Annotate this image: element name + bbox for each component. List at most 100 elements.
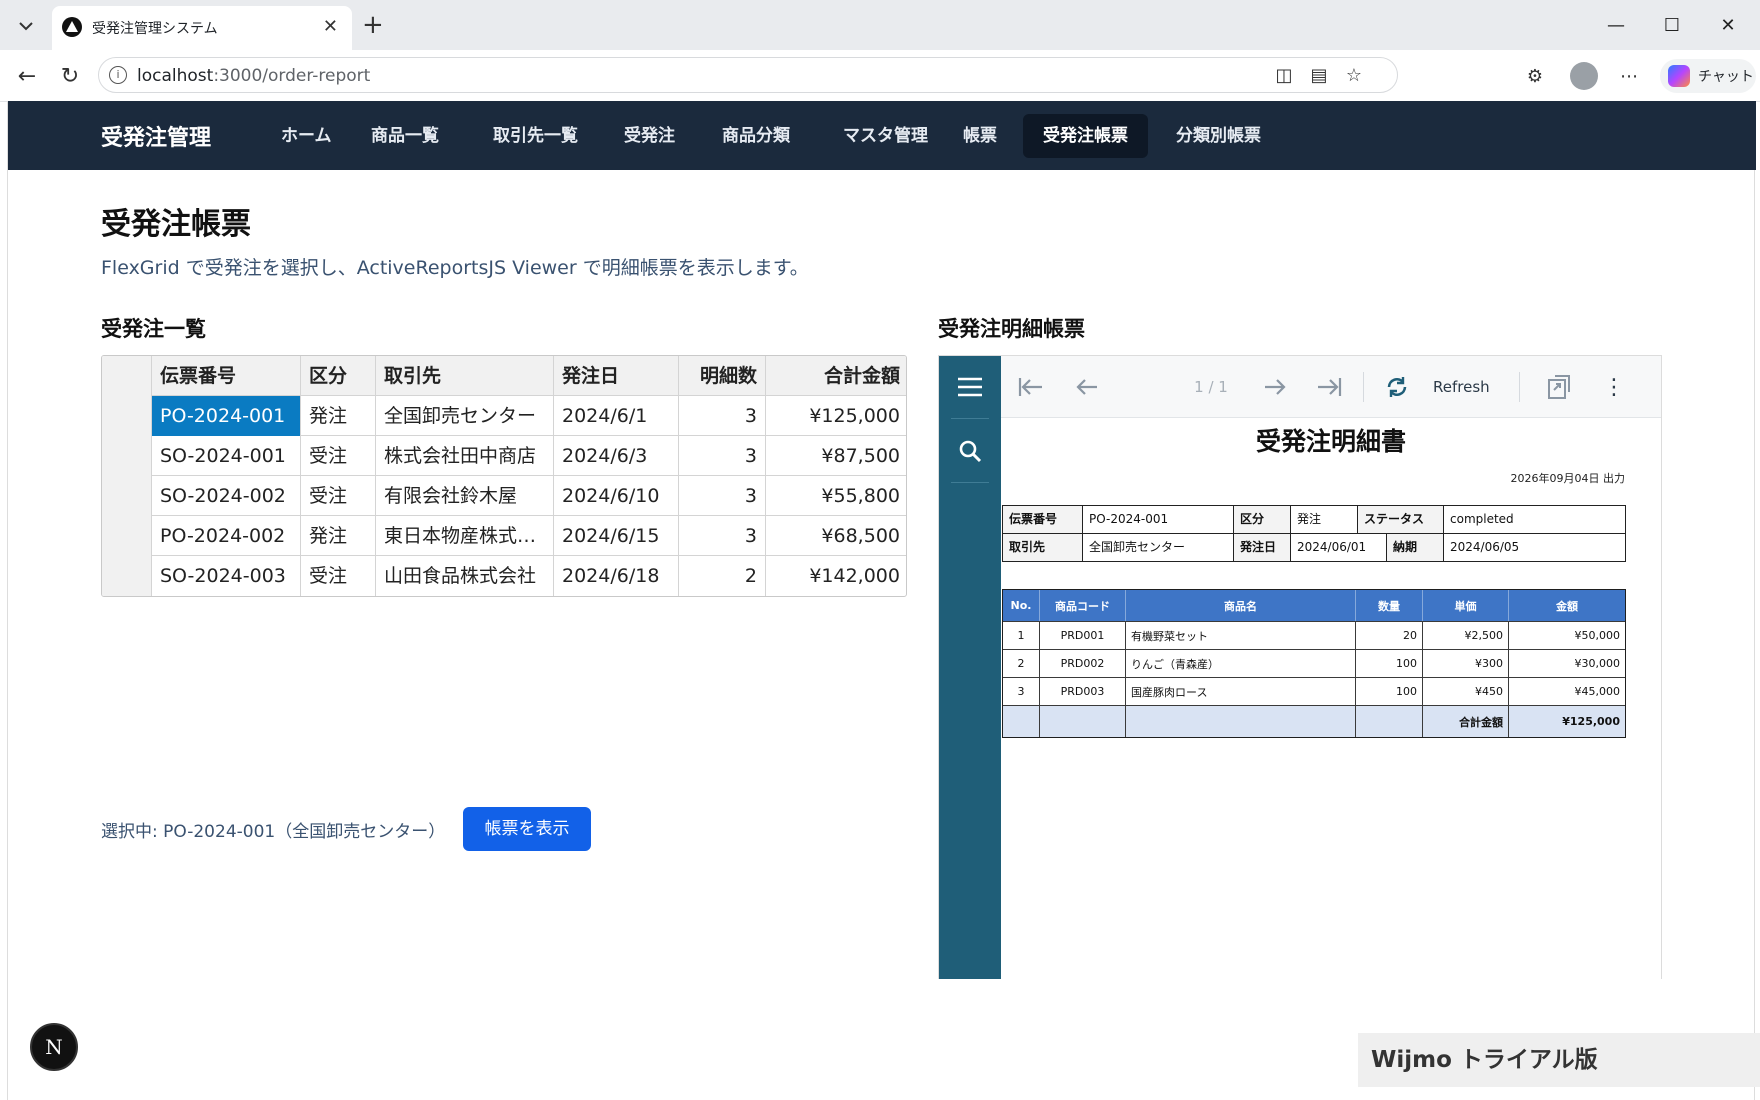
reload-icon[interactable]: ↻ [55,61,85,91]
cell-kind[interactable]: 発注 [301,516,376,556]
cell-total[interactable]: ¥87,500 [766,436,906,476]
nav-categories[interactable]: 商品分類 [702,114,810,158]
page-indicator[interactable]: 1 / 1 [1171,378,1251,396]
cell-date[interactable]: 2024/6/10 [554,476,679,516]
cell-slip[interactable]: SO-2024-002 [152,476,301,516]
url-host: localhost [137,66,214,86]
report-title: 受発注明細書 [1255,427,1406,456]
refresh-icon[interactable] [1379,370,1415,404]
first-page-icon[interactable] [1013,370,1049,404]
nav-reports[interactable]: 帳票 [943,114,1017,158]
close-window-icon[interactable]: ✕ [1708,8,1748,42]
nav-home[interactable]: ホーム [261,114,352,158]
cell-date[interactable]: 2024/6/15 [554,516,679,556]
report-page: 受発注明細書 2026年09月04日 出力 伝票番号 PO-2024-001 区… [1001,418,1661,979]
more-options-icon[interactable]: ⋮ [1599,370,1629,404]
cell-line-count[interactable]: 3 [679,436,766,476]
cell-date[interactable]: 2024/6/1 [554,396,679,436]
col-header-date[interactable]: 発注日 [554,356,679,396]
extensions-icon[interactable]: ⚙ [1520,61,1550,91]
brand-title[interactable]: 受発注管理 [101,120,211,152]
favorite-star-icon[interactable]: ☆ [1339,60,1369,90]
nav-partners[interactable]: 取引先一覧 [473,114,598,158]
cell-line-count[interactable]: 2 [679,556,766,596]
reader-mode-icon[interactable]: ▤ [1304,60,1334,90]
cell-line-count[interactable]: 3 [679,396,766,436]
orders-grid[interactable]: 伝票番号 区分 取引先 発注日 明細数 合計金額 PO-2024-001 発注 … [101,355,907,597]
wijmo-trial-notice: Wijmo トライアル版(5.20252.44) [1358,1033,1760,1087]
minimize-icon[interactable]: — [1596,8,1636,42]
col-header-line-count[interactable]: 明細数 [679,356,766,396]
detail-cell: 3 [1003,678,1040,705]
cell-partner[interactable]: 東日本物産株式… [376,516,554,556]
row-header[interactable] [102,476,152,516]
grid-corner-cell[interactable] [102,356,152,396]
col-header-slip[interactable]: 伝票番号 [152,356,301,396]
cell-line-count[interactable]: 3 [679,476,766,516]
cell-line-count[interactable]: 3 [679,516,766,556]
viewer-sidebar [939,356,1001,979]
cell-partner[interactable]: 有限会社鈴木屋 [376,476,554,516]
cell-slip[interactable]: SO-2024-001 [152,436,301,476]
nav-master[interactable]: マスタ管理 [823,114,948,158]
site-info-icon[interactable]: i [109,66,127,84]
cell-partner[interactable]: 全国卸売センター [376,396,554,436]
new-tab-icon[interactable]: + [362,10,384,40]
nav-order-report[interactable]: 受発注帳票 [1023,114,1148,158]
cell-date[interactable]: 2024/6/3 [554,436,679,476]
cell-kind[interactable]: 受注 [301,556,376,596]
cell-slip[interactable]: SO-2024-003 [152,556,301,596]
table-row[interactable]: PO-2024-001 発注 全国卸売センター 2024/6/1 3 ¥125,… [102,396,906,436]
nav-orders[interactable]: 受発注 [604,114,695,158]
cell-partner[interactable]: 山田食品株式会社 [376,556,554,596]
detail-cell: 100 [1356,650,1423,677]
cell-date[interactable]: 2024/6/18 [554,556,679,596]
copilot-page-icon[interactable]: ◫ [1269,60,1299,90]
cell-total[interactable]: ¥55,800 [766,476,906,516]
cell-kind[interactable]: 受注 [301,436,376,476]
cell-slip[interactable]: PO-2024-001 [152,396,301,436]
row-header[interactable] [102,556,152,596]
back-arrow-icon[interactable]: ← [12,61,42,91]
detail-cell: PRD002 [1040,650,1126,677]
cell-total[interactable]: ¥142,000 [766,556,906,596]
table-row[interactable]: SO-2024-002 受注 有限会社鈴木屋 2024/6/10 3 ¥55,8… [102,476,906,516]
maximize-icon[interactable]: ☐ [1652,8,1692,42]
detail-col-code: 商品コード [1040,590,1126,621]
table-row[interactable]: SO-2024-003 受注 山田食品株式会社 2024/6/18 2 ¥142… [102,556,906,596]
row-header[interactable] [102,436,152,476]
detail-cell: りんご（青森産） [1126,650,1356,677]
nav-category-report[interactable]: 分類別帳票 [1156,114,1281,158]
profile-avatar[interactable] [1570,62,1598,90]
toolbar-divider [1363,372,1364,402]
table-row[interactable]: SO-2024-001 受注 株式会社田中商店 2024/6/3 3 ¥87,5… [102,436,906,476]
row-header[interactable] [102,516,152,556]
cell-kind[interactable]: 受注 [301,476,376,516]
col-header-partner[interactable]: 取引先 [376,356,554,396]
tab-list-chevron-icon[interactable] [10,11,42,41]
col-header-kind[interactable]: 区分 [301,356,376,396]
more-menu-icon[interactable]: ⋯ [1614,61,1644,91]
export-icon[interactable] [1541,370,1577,404]
cell-slip[interactable]: PO-2024-002 [152,516,301,556]
hamburger-menu-icon[interactable] [949,366,991,408]
next-page-icon[interactable] [1257,370,1293,404]
table-row[interactable]: PO-2024-002 発注 東日本物産株式… 2024/6/15 3 ¥68,… [102,516,906,556]
refresh-label[interactable]: Refresh [1433,378,1490,396]
nav-products[interactable]: 商品一覧 [351,114,459,158]
last-page-icon[interactable] [1311,370,1347,404]
row-header[interactable] [102,396,152,436]
show-report-button[interactable]: 帳票を表示 [463,807,591,851]
previous-page-icon[interactable] [1069,370,1105,404]
nextjs-dev-badge[interactable]: N [30,1023,78,1071]
cell-total[interactable]: ¥68,500 [766,516,906,556]
cell-kind[interactable]: 発注 [301,396,376,436]
browser-tab[interactable]: 受発注管理システム ✕ [52,6,352,50]
cell-partner[interactable]: 株式会社田中商店 [376,436,554,476]
tab-close-icon[interactable]: ✕ [323,16,338,37]
address-bar[interactable]: i localhost:3000/order-report ◫ ▤ ☆ [98,57,1398,93]
copilot-chat-button[interactable]: チャット [1660,59,1756,93]
search-icon[interactable] [949,430,991,472]
col-header-total[interactable]: 合計金額 [766,356,906,396]
cell-total[interactable]: ¥125,000 [766,396,906,436]
